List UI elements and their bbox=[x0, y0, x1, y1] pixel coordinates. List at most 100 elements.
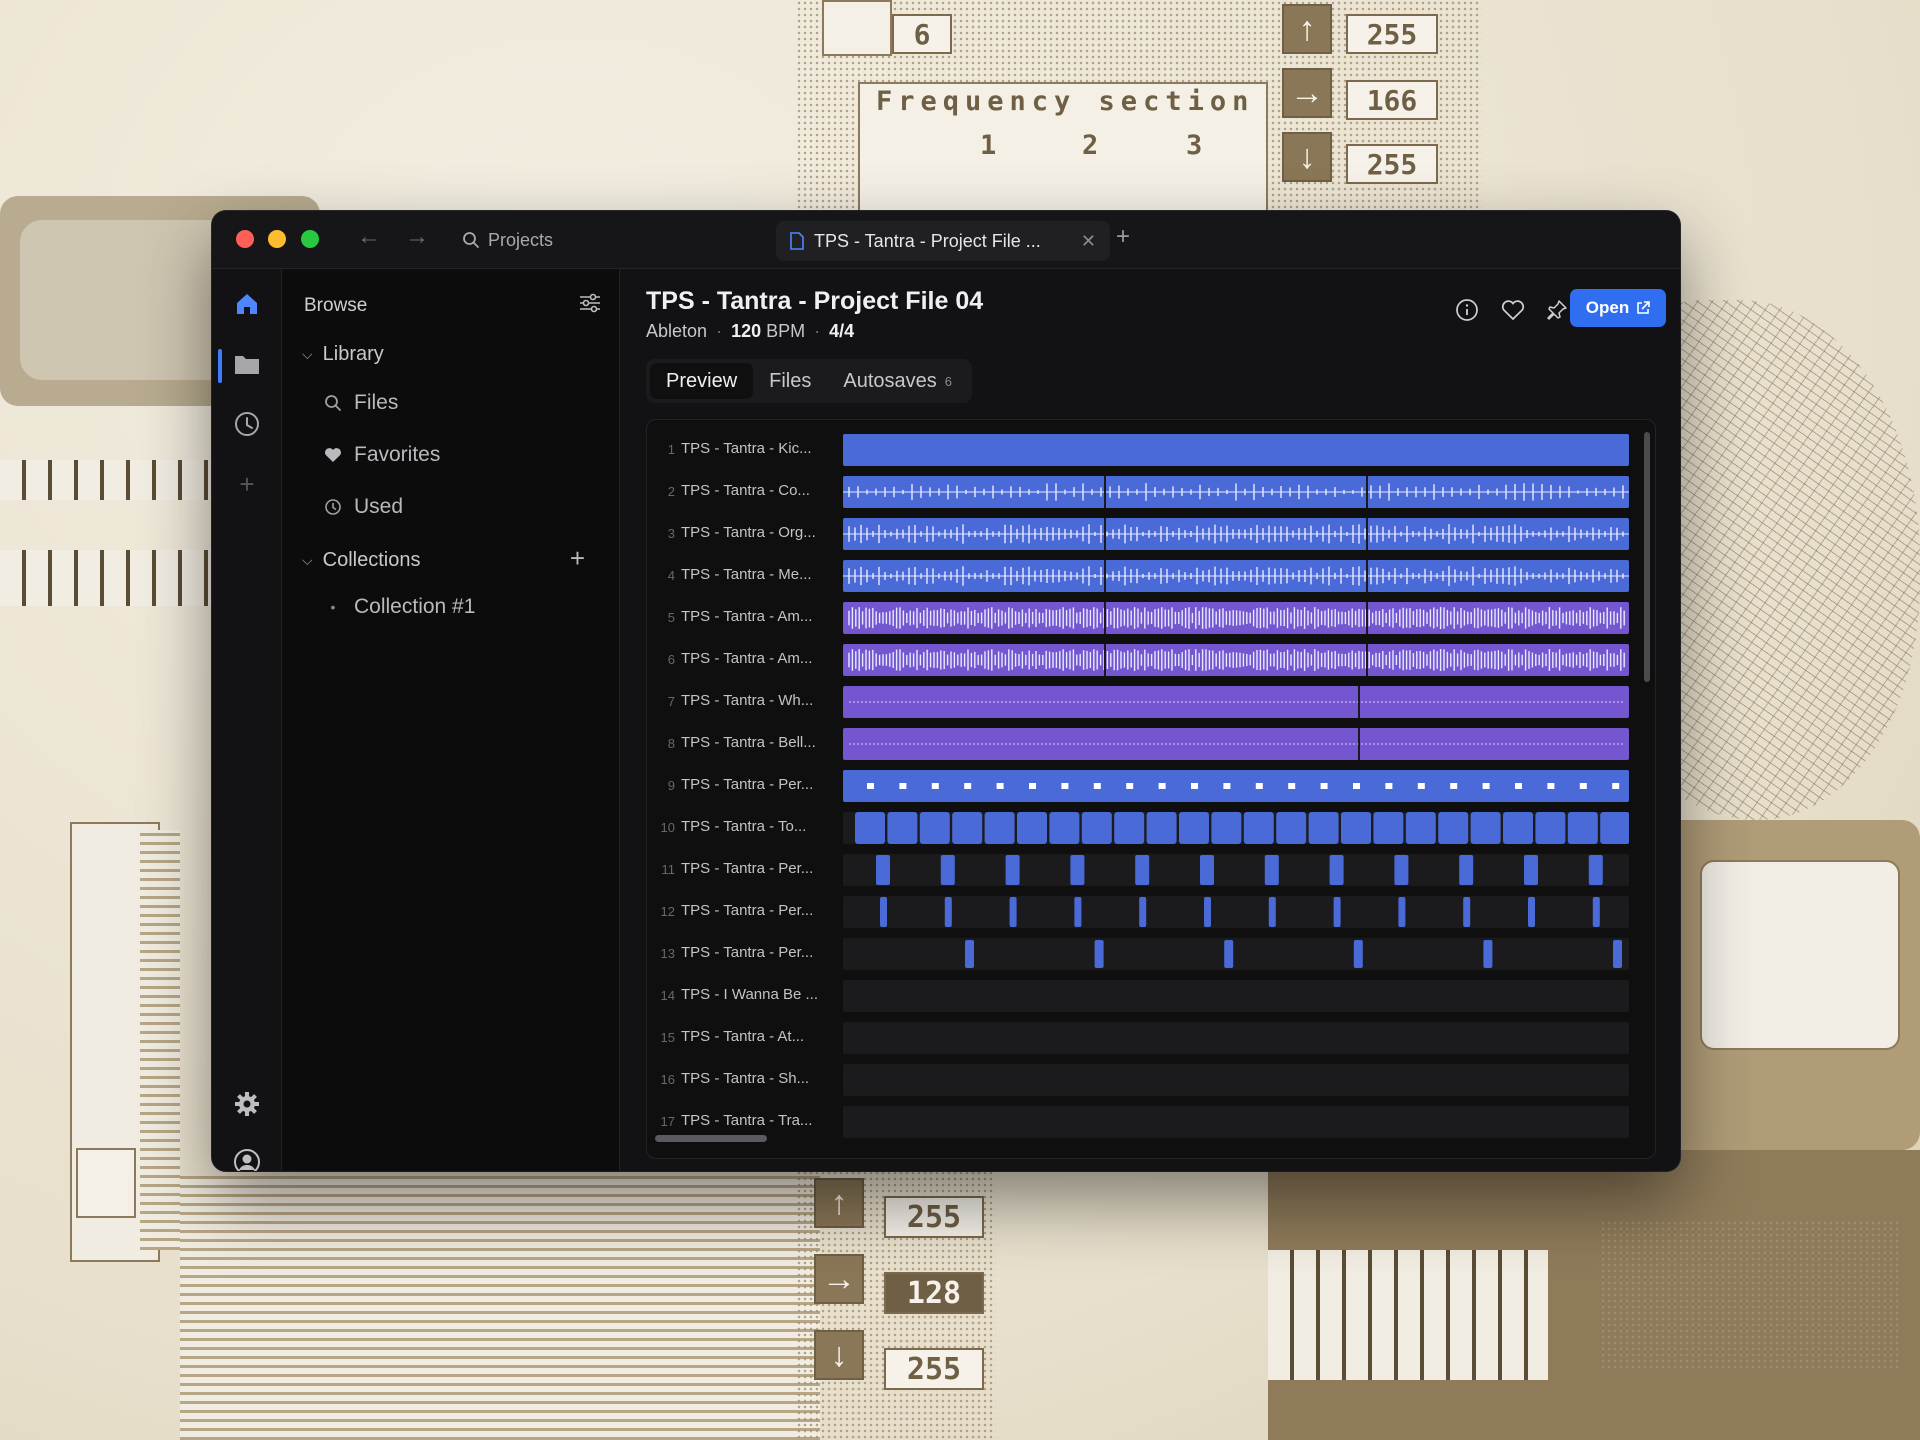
track-clip-lane[interactable] bbox=[843, 938, 1629, 970]
track-clip-lane[interactable] bbox=[843, 812, 1629, 844]
open-button-label: Open bbox=[1585, 298, 1630, 317]
track-row[interactable]: 17 TPS - Tantra - Tra... bbox=[647, 1104, 1637, 1140]
tab-preview[interactable]: Preview bbox=[650, 363, 754, 399]
search-icon bbox=[463, 232, 479, 248]
bg-computer-screen bbox=[1700, 860, 1900, 1050]
track-row[interactable]: 10 TPS - Tantra - To... bbox=[647, 810, 1637, 846]
info-icon[interactable] bbox=[1452, 295, 1482, 325]
sidebar-item-used[interactable]: Used bbox=[324, 495, 403, 519]
gear-icon[interactable] bbox=[228, 1085, 266, 1123]
track-row[interactable]: 9 TPS - Tantra - Per... bbox=[647, 768, 1637, 804]
vertical-scrollbar[interactable] bbox=[1644, 432, 1650, 682]
close-tab-icon[interactable]: ✕ bbox=[1081, 231, 1096, 252]
bg-keyboard-1 bbox=[0, 460, 212, 500]
search-projects[interactable]: Projects bbox=[462, 223, 553, 257]
sidebar-item-favorites[interactable]: Favorites bbox=[324, 443, 440, 467]
sidebar-item-files[interactable]: Files bbox=[324, 391, 398, 415]
bg-right-arrow-icon: → bbox=[1282, 68, 1332, 118]
bg-frequency-label: Frequency section bbox=[876, 86, 1255, 117]
back-arrow-icon[interactable]: ← bbox=[354, 223, 384, 251]
collections-section-toggle[interactable]: ⌵ Collections bbox=[302, 549, 420, 572]
track-row[interactable]: 3 TPS - Tantra - Org... bbox=[647, 516, 1637, 552]
track-row[interactable]: 12 TPS - Tantra - Per... bbox=[647, 894, 1637, 930]
track-row[interactable]: 15 TPS - Tantra - At... bbox=[647, 1020, 1637, 1056]
daw-name: Ableton bbox=[646, 321, 708, 341]
track-number: 10 bbox=[660, 820, 675, 835]
track-clip-lane[interactable] bbox=[843, 728, 1629, 760]
new-tab-button[interactable]: + bbox=[1116, 223, 1130, 251]
forward-arrow-icon[interactable]: → bbox=[402, 223, 432, 251]
track-row[interactable]: 16 TPS - Tantra - Sh... bbox=[647, 1062, 1637, 1098]
track-name: TPS - Tantra - At... bbox=[681, 1028, 805, 1045]
track-row[interactable]: 13 TPS - Tantra - Per... bbox=[647, 936, 1637, 972]
clock-icon[interactable] bbox=[228, 405, 266, 443]
track-clip-lane[interactable] bbox=[843, 854, 1629, 886]
track-clip-lane[interactable] bbox=[843, 1106, 1629, 1138]
bg-value-2: 166 bbox=[1346, 80, 1438, 120]
add-collection-button[interactable]: + bbox=[570, 543, 585, 574]
plus-icon[interactable]: + bbox=[228, 465, 266, 503]
track-clip-lane[interactable] bbox=[843, 980, 1629, 1012]
track-name: TPS - I Wanna Be ... bbox=[681, 986, 818, 1003]
sidebar-item-label: Favorites bbox=[354, 443, 441, 466]
filter-settings-icon[interactable] bbox=[579, 293, 601, 318]
bg-value-5: 128 bbox=[884, 1272, 984, 1314]
track-number: 6 bbox=[667, 652, 675, 667]
tab-label: Files bbox=[769, 369, 812, 392]
library-section-toggle[interactable]: ⌵ Library bbox=[302, 343, 384, 366]
zoom-window-button[interactable] bbox=[301, 230, 319, 248]
sidebar-item-collection-1[interactable]: • Collection #1 bbox=[324, 595, 476, 619]
bg-up-arrow-icon: ↑ bbox=[1282, 4, 1332, 54]
track-row[interactable]: 5 TPS - Tantra - Am... bbox=[647, 600, 1637, 636]
arrangement-preview: 1 TPS - Tantra - Kic... 2 TPS - Tantra - Co… bbox=[646, 419, 1656, 1159]
tab-label: Autosaves bbox=[843, 369, 937, 392]
tab-autosaves[interactable]: Autosaves 6 bbox=[827, 363, 968, 399]
track-clip-lane[interactable] bbox=[843, 1022, 1629, 1054]
horizontal-scrollbar[interactable] bbox=[655, 1135, 767, 1142]
tab-label: Preview bbox=[666, 369, 738, 392]
home-icon[interactable] bbox=[228, 285, 266, 323]
account-icon[interactable] bbox=[228, 1143, 266, 1171]
track-name: TPS - Tantra - Per... bbox=[681, 902, 814, 919]
track-clip-lane[interactable] bbox=[843, 476, 1629, 508]
track-row[interactable]: 7 TPS - Tantra - Wh... bbox=[647, 684, 1637, 720]
track-clip-lane[interactable] bbox=[843, 434, 1629, 466]
track-name: TPS - Tantra - Per... bbox=[681, 944, 814, 961]
bg-keyboard-2 bbox=[0, 550, 212, 606]
track-name: TPS - Tantra - Bell... bbox=[681, 734, 816, 751]
tab-project-file[interactable]: TPS - Tantra - Project File ... ✕ bbox=[776, 221, 1110, 261]
bpm-unit: BPM bbox=[766, 321, 806, 341]
track-name: TPS - Tantra - Kic... bbox=[681, 440, 812, 457]
track-row[interactable]: 8 TPS - Tantra - Bell... bbox=[647, 726, 1637, 762]
track-number: 13 bbox=[660, 946, 675, 961]
track-clip-lane[interactable] bbox=[843, 686, 1629, 718]
minimize-window-button[interactable] bbox=[268, 230, 286, 248]
bg-rewind-icon bbox=[76, 1148, 136, 1218]
track-clip-lane[interactable] bbox=[843, 770, 1629, 802]
track-row[interactable]: 14 TPS - I Wanna Be ... bbox=[647, 978, 1637, 1014]
open-button[interactable]: Open bbox=[1570, 289, 1666, 327]
track-row[interactable]: 6 TPS - Tantra - Am... bbox=[647, 642, 1637, 678]
tab-files[interactable]: Files bbox=[753, 363, 827, 399]
track-number: 15 bbox=[660, 1030, 675, 1045]
separator-dot: · bbox=[716, 321, 723, 341]
track-row[interactable]: 2 TPS - Tantra - Co... bbox=[647, 474, 1637, 510]
search-icon bbox=[325, 395, 341, 411]
track-number: 1 bbox=[667, 442, 675, 457]
track-row[interactable]: 11 TPS - Tantra - Per... bbox=[647, 852, 1637, 888]
sidebar-title: Browse bbox=[304, 295, 368, 316]
track-row[interactable]: 1 TPS - Tantra - Kic... bbox=[647, 432, 1637, 468]
track-clip-lane[interactable] bbox=[843, 1064, 1629, 1096]
close-window-button[interactable] bbox=[236, 230, 254, 248]
heart-icon[interactable] bbox=[1498, 295, 1528, 325]
track-clip-lane[interactable] bbox=[843, 896, 1629, 928]
folder-icon[interactable] bbox=[228, 345, 266, 383]
track-clip-lane[interactable] bbox=[843, 560, 1629, 592]
track-clip-lane[interactable] bbox=[843, 518, 1629, 550]
track-clip-lane[interactable] bbox=[843, 602, 1629, 634]
page-title: TPS - Tantra - Project File 04 bbox=[646, 287, 984, 315]
library-label: Library bbox=[322, 343, 384, 365]
pin-icon[interactable] bbox=[1542, 295, 1572, 325]
track-row[interactable]: 4 TPS - Tantra - Me... bbox=[647, 558, 1637, 594]
track-clip-lane[interactable] bbox=[843, 644, 1629, 676]
